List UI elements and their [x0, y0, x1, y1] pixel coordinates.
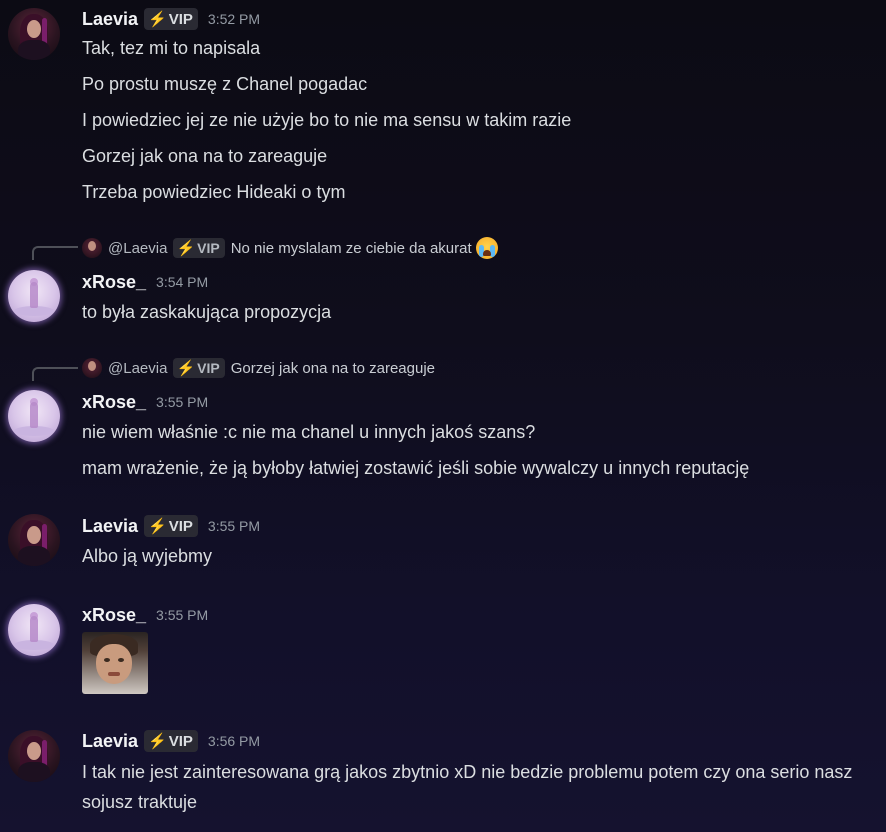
reply-avatar	[82, 238, 102, 258]
lightning-icon: ⚡	[176, 240, 196, 257]
username[interactable]: xRose_	[82, 392, 146, 413]
message-text: Albo ją wyjebmy	[82, 546, 213, 566]
message-header: xRose_ 3:54 PM	[82, 270, 208, 294]
vip-badge[interactable]: ⚡ VIP	[144, 515, 198, 537]
username[interactable]: Laevia	[82, 516, 138, 537]
vip-badge[interactable]: ⚡ VIP	[144, 8, 198, 30]
message-text: Po prostu muszę z Chanel pogadac	[82, 74, 368, 94]
message-text: mam wrażenie, że ją byłoby łatwiej zosta…	[82, 458, 750, 478]
reply-avatar	[82, 358, 102, 378]
reply-quote: No nie myslalam ze ciebie da akurat	[230, 239, 472, 257]
username[interactable]: Laevia	[82, 731, 138, 752]
reply-mention[interactable]: @Laevia	[108, 240, 167, 257]
message-header: xRose_ 3:55 PM	[82, 603, 208, 627]
username[interactable]: xRose_	[82, 605, 146, 626]
timestamp[interactable]: 3:52 PM	[208, 11, 260, 27]
message-text: Trzeba powiedziec Hideaki o tym	[82, 182, 346, 202]
reply-mention[interactable]: @Laevia	[108, 360, 167, 377]
timestamp[interactable]: 3:56 PM	[208, 733, 260, 749]
reply-preview[interactable]: @Laevia ⚡ VIP No nie myslalam ze ciebie d…	[82, 237, 498, 259]
username[interactable]: xRose_	[82, 272, 146, 293]
xrose-avatar[interactable]	[8, 390, 60, 442]
message-text: I tak nie jest zainteresowana grą jakos …	[82, 762, 853, 812]
message-header: Laevia ⚡ VIP 3:55 PM	[82, 514, 260, 538]
vip-badge: ⚡ VIP	[173, 358, 225, 378]
xrose-avatar[interactable]	[8, 270, 60, 322]
vip-badge[interactable]: ⚡ VIP	[144, 730, 198, 752]
lightning-icon: ⚡	[176, 360, 196, 377]
message-text: Tak, tez mi to napisala	[82, 38, 261, 58]
reply-spine	[32, 246, 78, 260]
laevia-avatar[interactable]	[8, 730, 60, 782]
message-header: xRose_ 3:55 PM	[82, 390, 208, 414]
lightning-icon: ⚡	[148, 733, 167, 750]
reply-spine	[32, 367, 78, 381]
lightning-icon: ⚡	[148, 518, 167, 535]
message-text: Gorzej jak ona na to zareaguje	[82, 146, 328, 166]
username[interactable]: Laevia	[82, 9, 138, 30]
lightning-icon: ⚡	[148, 11, 167, 28]
timestamp[interactable]: 3:55 PM	[156, 394, 208, 410]
timestamp[interactable]: 3:55 PM	[208, 518, 260, 534]
reply-preview[interactable]: @Laevia ⚡ VIP Gorzej jak ona na to zareag…	[82, 358, 435, 378]
message-text: I powiedziec jej ze nie użyje bo to nie …	[82, 110, 572, 130]
xrose-avatar[interactable]	[8, 604, 60, 656]
message-text: to była zaskakująca propozycja	[82, 302, 332, 322]
timestamp[interactable]: 3:54 PM	[156, 274, 208, 290]
message-text: nie wiem właśnie :c nie ma chanel u inny…	[82, 422, 536, 442]
loudly-crying-face-icon	[475, 237, 498, 259]
reaction-gif-attachment[interactable]	[82, 632, 148, 694]
laevia-avatar[interactable]	[8, 8, 60, 60]
message-header: Laevia ⚡ VIP 3:56 PM	[82, 729, 260, 753]
reply-quote: Gorzej jak ona na to zareaguje	[230, 359, 435, 377]
timestamp[interactable]: 3:55 PM	[156, 607, 208, 623]
message-header: Laevia ⚡ VIP 3:52 PM	[82, 7, 260, 31]
laevia-avatar[interactable]	[8, 514, 60, 566]
vip-badge: ⚡ VIP	[173, 238, 225, 258]
